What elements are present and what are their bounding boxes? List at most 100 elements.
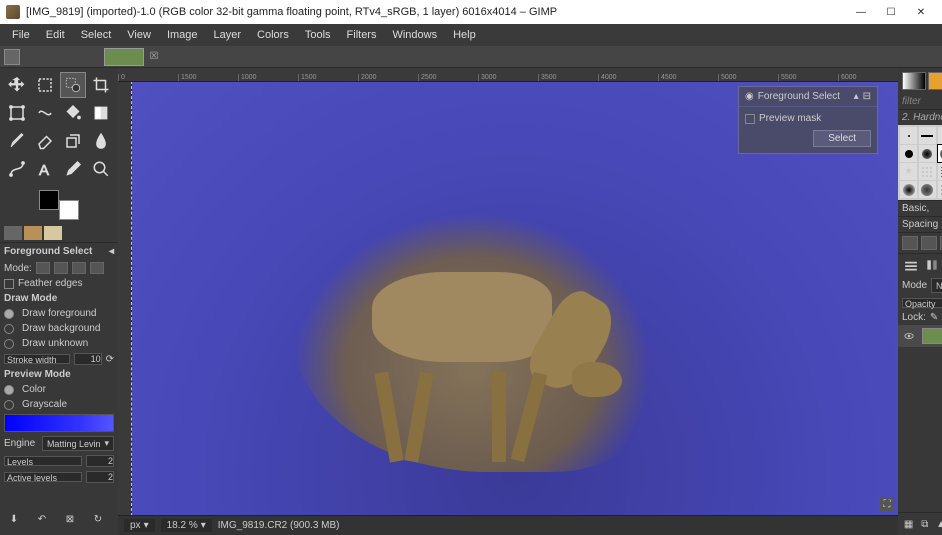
- zoom-dropdown[interactable]: 18.2 %▾: [161, 519, 212, 532]
- zoom-tool[interactable]: [88, 156, 114, 182]
- brush-item[interactable]: [938, 181, 942, 198]
- brush-item[interactable]: [900, 145, 917, 162]
- save-options-icon[interactable]: ⬇: [4, 509, 24, 529]
- bg-color[interactable]: [59, 200, 79, 220]
- tool-options-tab[interactable]: [4, 226, 22, 240]
- tool-options-menu-icon[interactable]: ◂: [109, 246, 114, 257]
- preview-color-swatch[interactable]: [4, 414, 114, 432]
- mode-replace[interactable]: [36, 262, 50, 274]
- color-picker-tool[interactable]: [60, 156, 86, 182]
- paintbrush-tool[interactable]: [4, 128, 30, 154]
- gradient-tool[interactable]: [88, 100, 114, 126]
- levels-value[interactable]: [86, 455, 114, 467]
- brush-item[interactable]: [900, 127, 917, 144]
- fg-bg-color-swatch[interactable]: [39, 190, 79, 220]
- foreground-select-tool[interactable]: [60, 72, 86, 98]
- reset-options-icon[interactable]: ↻: [88, 509, 108, 529]
- brush-item[interactable]: [919, 163, 936, 180]
- move-tool[interactable]: [4, 72, 30, 98]
- tab-close-icon[interactable]: ☒: [148, 51, 160, 63]
- stroke-width-value[interactable]: [74, 353, 102, 365]
- crop-tool[interactable]: [88, 72, 114, 98]
- new-brush-icon[interactable]: [921, 236, 937, 250]
- stroke-reset-icon[interactable]: ⟳: [106, 354, 114, 365]
- select-button[interactable]: Select: [813, 130, 871, 147]
- engine-dropdown[interactable]: Matting Levin▾: [42, 436, 114, 451]
- navigation-icon[interactable]: ⛶: [880, 497, 894, 511]
- mode-intersect[interactable]: [90, 262, 104, 274]
- menu-windows[interactable]: Windows: [384, 26, 445, 44]
- image-canvas[interactable]: ◉ Foreground Select ▴ ⊟ Preview mask Sel…: [132, 82, 898, 515]
- ruler-vertical[interactable]: [118, 82, 132, 515]
- ruler-horizontal[interactable]: 0150010001500200025003000350040004500500…: [118, 68, 898, 82]
- feather-checkbox[interactable]: [4, 279, 14, 289]
- opacity-slider[interactable]: Opacity: [902, 298, 942, 308]
- brushes-tab[interactable]: [902, 72, 926, 90]
- new-layer-icon[interactable]: ▦: [902, 517, 915, 531]
- layers-tab[interactable]: [902, 258, 920, 272]
- brush-filter-input[interactable]: filter ▾: [898, 94, 942, 110]
- fg-color[interactable]: [39, 190, 59, 210]
- menu-select[interactable]: Select: [73, 26, 120, 44]
- menu-filters[interactable]: Filters: [339, 26, 385, 44]
- menu-layer[interactable]: Layer: [206, 26, 250, 44]
- brush-item[interactable]: [919, 145, 936, 162]
- menu-file[interactable]: File: [4, 26, 38, 44]
- detach-icon[interactable]: ▴: [854, 91, 859, 102]
- new-image-icon[interactable]: [4, 49, 20, 65]
- menu-image[interactable]: Image: [159, 26, 206, 44]
- edit-brush-icon[interactable]: [902, 236, 918, 250]
- eraser-tool[interactable]: [32, 128, 58, 154]
- brush-item[interactable]: [919, 127, 936, 144]
- patterns-tab[interactable]: [928, 72, 942, 90]
- preview-mask-toggle[interactable]: Preview mask: [745, 113, 871, 124]
- text-tool[interactable]: A: [32, 156, 58, 182]
- menu-colors[interactable]: Colors: [249, 26, 297, 44]
- delete-options-icon[interactable]: ⊠: [60, 509, 80, 529]
- brush-item[interactable]: [900, 181, 917, 198]
- maximize-button[interactable]: ☐: [876, 2, 906, 22]
- clone-tool[interactable]: [60, 128, 86, 154]
- layer-item[interactable]: IMG_9819.CR2: [898, 325, 942, 347]
- active-levels-slider[interactable]: Active levels: [4, 472, 82, 482]
- visibility-icon[interactable]: [902, 331, 916, 341]
- brush-item[interactable]: [938, 127, 942, 144]
- bucket-fill-tool[interactable]: [60, 100, 86, 126]
- raise-layer-icon[interactable]: ▲: [935, 517, 942, 531]
- restore-options-icon[interactable]: ↶: [32, 509, 52, 529]
- brush-item[interactable]: [919, 181, 936, 198]
- new-group-icon[interactable]: ⧉: [918, 517, 931, 531]
- mode-subtract[interactable]: [72, 262, 86, 274]
- preview-gray-radio[interactable]: Grayscale: [0, 397, 118, 412]
- menu-tools[interactable]: Tools: [297, 26, 339, 44]
- unit-dropdown[interactable]: px▾: [124, 519, 155, 532]
- brush-item[interactable]: [938, 145, 942, 162]
- menu-help[interactable]: Help: [445, 26, 484, 44]
- image-tab[interactable]: [104, 48, 144, 66]
- undo-history-tab[interactable]: [44, 226, 62, 240]
- mode-add[interactable]: [54, 262, 68, 274]
- feather-row[interactable]: Feather edges: [0, 276, 118, 291]
- brush-item[interactable]: [938, 163, 942, 180]
- levels-slider[interactable]: Levels: [4, 456, 82, 466]
- draw-unknown-radio[interactable]: Draw unknown: [0, 336, 118, 351]
- device-status-tab[interactable]: [24, 226, 42, 240]
- draw-bg-radio[interactable]: Draw background: [0, 321, 118, 336]
- warp-tool[interactable]: [32, 100, 58, 126]
- path-tool[interactable]: [4, 156, 30, 182]
- stroke-width-slider[interactable]: Stroke width: [4, 354, 70, 364]
- brush-item[interactable]: ★: [900, 163, 917, 180]
- channels-tab[interactable]: [923, 258, 941, 272]
- active-levels-value[interactable]: [86, 471, 114, 483]
- smudge-tool[interactable]: [88, 128, 114, 154]
- rect-select-tool[interactable]: [32, 72, 58, 98]
- close-button[interactable]: ✕: [906, 2, 936, 22]
- draw-fg-radio[interactable]: Draw foreground: [0, 306, 118, 321]
- lock-pixels-icon[interactable]: ✎: [930, 312, 938, 323]
- menu-edit[interactable]: Edit: [38, 26, 73, 44]
- brush-basic-row[interactable]: Basic,▾: [898, 200, 942, 216]
- transform-tool[interactable]: [4, 100, 30, 126]
- preview-color-radio[interactable]: Color: [0, 382, 118, 397]
- menu-view[interactable]: View: [119, 26, 159, 44]
- layer-mode-dropdown[interactable]: Normal▾: [931, 278, 942, 293]
